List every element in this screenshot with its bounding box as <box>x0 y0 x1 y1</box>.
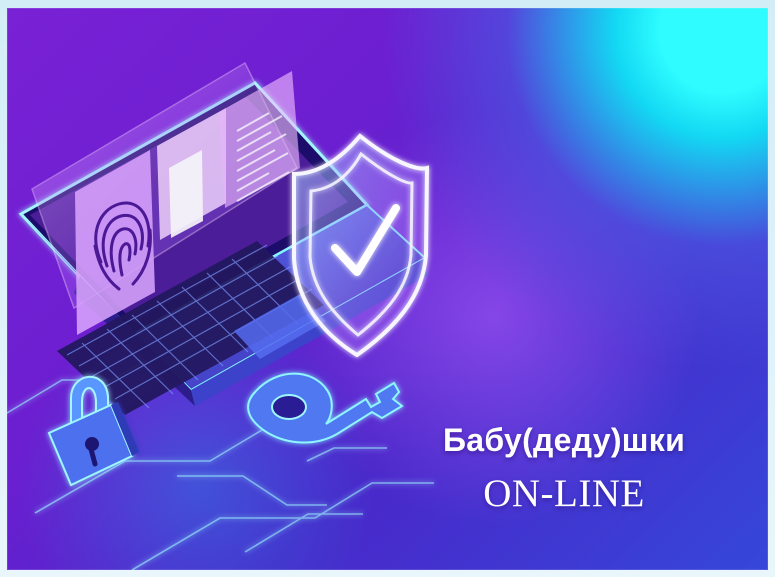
caption-line-2: ON-LINE <box>483 472 645 515</box>
key-icon <box>247 372 404 444</box>
image-frame: Бабу(деду)шки ON-LINE <box>0 0 775 577</box>
caption: Бабу(деду)шки ON-LINE <box>414 422 714 516</box>
cybersecurity-illustration: Бабу(деду)шки ON-LINE <box>7 8 768 570</box>
caption-line-1: Бабу(деду)шки <box>442 422 686 458</box>
